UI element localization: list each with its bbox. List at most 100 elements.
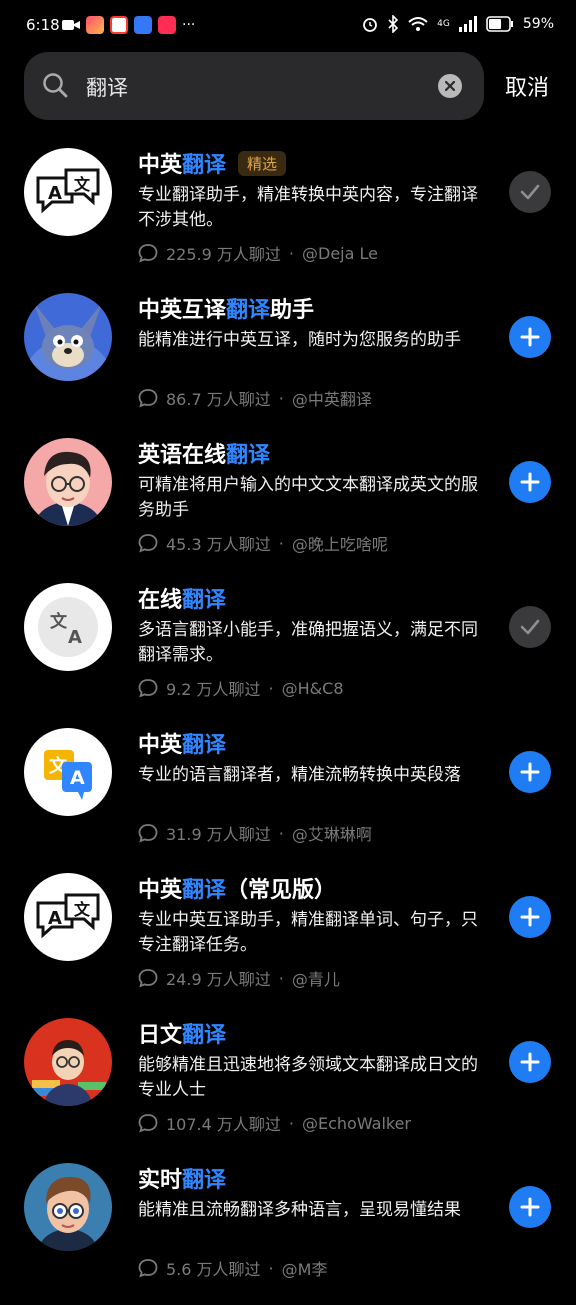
title-prefix: 英语在线	[138, 443, 227, 468]
translate-bubble-icon: A文	[24, 873, 112, 961]
boy-3d-avatar	[24, 1163, 112, 1251]
title-highlight: 翻译	[182, 733, 227, 758]
author-name: @Deja Le	[302, 243, 378, 263]
chat-bubble-icon	[138, 389, 158, 408]
meta-separator: ·	[288, 243, 294, 263]
svg-text:文: 文	[50, 611, 68, 632]
check-icon	[520, 619, 540, 635]
plus-icon	[520, 1052, 540, 1072]
result-title: 实时翻译	[138, 1162, 226, 1194]
add-button[interactable]	[509, 461, 551, 503]
result-meta: 5.6 万人聊过 · @M李	[138, 1256, 327, 1280]
title-prefix: 在线	[138, 588, 183, 613]
title-suffix: （常见版）	[226, 878, 337, 903]
network-type: 4G	[437, 19, 450, 29]
more-icon: ···	[182, 17, 196, 33]
result-title: 中英互译翻译助手	[138, 292, 314, 324]
added-button[interactable]	[509, 606, 551, 648]
chat-count: 107.4 万人聊过	[166, 1115, 281, 1134]
chat-count: 31.9 万人聊过	[166, 825, 271, 844]
chat-count: 5.6 万人聊过	[166, 1260, 261, 1279]
chat-bubble-icon	[138, 969, 158, 988]
plus-icon	[520, 762, 540, 782]
result-title: 中英翻译（常见版）	[138, 872, 336, 904]
app-icon-4	[158, 16, 176, 34]
app-icon-3	[134, 16, 152, 34]
title-highlight: 翻译	[226, 298, 271, 323]
result-description: 专业的语言翻译者，精准流畅转换中英段落	[138, 765, 461, 785]
featured-badge: 精选	[238, 151, 287, 176]
added-button[interactable]	[509, 171, 551, 213]
result-title: 在线翻译	[138, 582, 226, 614]
cancel-button[interactable]: 取消	[505, 70, 549, 102]
result-item[interactable]: 文A 在线翻译 多语言翻译小能手，准确把握语义，满足不同翻译需求。 9.2 万人…	[0, 580, 576, 725]
search-input[interactable]: 翻译	[86, 72, 128, 102]
title-highlight: 翻译	[182, 588, 227, 613]
translate-bubble-icon: A文	[24, 148, 112, 236]
chat-bubble-icon	[138, 1114, 158, 1133]
title-highlight: 翻译	[226, 443, 271, 468]
results-list: A文 中英翻译 精选 专业翻译助手，精准转换中英内容，专注翻译不涉其他。 225.…	[0, 145, 576, 1305]
chat-count: 24.9 万人聊过	[166, 970, 271, 989]
add-button[interactable]	[509, 316, 551, 358]
author-name: @M李	[281, 1260, 328, 1279]
battery-icon	[486, 16, 513, 32]
title-prefix: 中英	[138, 878, 183, 903]
add-button[interactable]	[509, 751, 551, 793]
author-name: @EchoWalker	[302, 1113, 411, 1133]
title-suffix: 助手	[270, 298, 315, 323]
result-item[interactable]: 实时翻译 能精准且流畅翻译多种语言，呈现易懂结果 5.6 万人聊过 · @M李	[0, 1160, 576, 1305]
result-title: 日文翻译	[138, 1017, 226, 1049]
result-item[interactable]: 日文翻译 能够精准且迅速地将多领域文本翻译成日文的专业人士 107.4 万人聊过…	[0, 1015, 576, 1160]
add-button[interactable]	[509, 1186, 551, 1228]
title-prefix: 实时	[138, 1168, 183, 1193]
chat-bubble-icon	[138, 1259, 158, 1278]
plus-icon	[520, 1197, 540, 1217]
chat-bubble-icon	[138, 534, 158, 553]
result-meta: 24.9 万人聊过 · @青儿	[138, 966, 340, 990]
plus-icon	[520, 327, 540, 347]
search-bar[interactable]: 翻译	[24, 52, 484, 120]
result-meta: 31.9 万人聊过 · @艾琳琳啊	[138, 821, 372, 845]
plus-icon	[520, 472, 540, 492]
svg-text:A: A	[70, 767, 85, 789]
result-item[interactable]: A文 中英翻译（常见版） 专业中英互译助手，精准翻译单词、句子，只专注翻译任务。…	[0, 870, 576, 1015]
wifi-icon	[408, 17, 428, 31]
chat-bubble-icon	[138, 244, 158, 263]
bluetooth-icon	[388, 15, 399, 33]
alarm-icon	[363, 18, 378, 32]
svg-text:文: 文	[74, 900, 91, 919]
result-item[interactable]: A文 中英翻译 精选 专业翻译助手，精准转换中英内容，专注翻译不涉其他。 225.…	[0, 145, 576, 290]
title-prefix: 日文	[138, 1023, 183, 1048]
chat-count: 45.3 万人聊过	[166, 535, 271, 554]
plus-icon	[520, 907, 540, 927]
result-item[interactable]: 英语在线翻译 可精准将用户输入的中文文本翻译成英文的服务助手 45.3 万人聊过…	[0, 435, 576, 580]
meta-separator: ·	[268, 678, 274, 698]
result-item[interactable]: 中英互译翻译助手 能精准进行中英互译，随时为您服务的助手 86.7 万人聊过 ·…	[0, 290, 576, 435]
svg-text:A: A	[48, 183, 62, 204]
meta-separator: ·	[278, 533, 284, 553]
add-button[interactable]	[509, 896, 551, 938]
result-meta: 9.2 万人聊过 · @H&C8	[138, 676, 344, 700]
chat-count: 86.7 万人聊过	[166, 390, 271, 409]
video-icon	[62, 20, 80, 30]
result-item[interactable]: 文A 中英翻译 专业的语言翻译者，精准流畅转换中英段落 31.9 万人聊过 · …	[0, 725, 576, 870]
battery-level: 59%	[522, 16, 554, 32]
add-button[interactable]	[509, 1041, 551, 1083]
check-icon	[520, 184, 540, 200]
chat-count: 9.2 万人聊过	[166, 680, 261, 699]
svg-text:A: A	[68, 627, 82, 648]
title-prefix: 中英	[138, 153, 183, 178]
close-icon	[445, 81, 455, 91]
meta-separator: ·	[278, 823, 284, 843]
result-meta: 225.9 万人聊过 · @Deja Le	[138, 241, 378, 265]
result-meta: 107.4 万人聊过 · @EchoWalker	[138, 1111, 411, 1135]
cartoon-cat-avatar	[24, 293, 112, 381]
result-meta: 45.3 万人聊过 · @晚上吃啥呢	[138, 531, 388, 555]
chat-bubble-icon	[138, 679, 158, 698]
clear-button[interactable]	[438, 74, 462, 98]
result-description: 多语言翻译小能手，准确把握语义，满足不同翻译需求。	[138, 620, 478, 665]
result-title: 中英翻译	[138, 727, 226, 759]
result-meta: 86.7 万人聊过 · @中英翻译	[138, 386, 372, 410]
result-description: 专业中英互译助手，精准翻译单词、句子，只专注翻译任务。	[138, 910, 478, 955]
